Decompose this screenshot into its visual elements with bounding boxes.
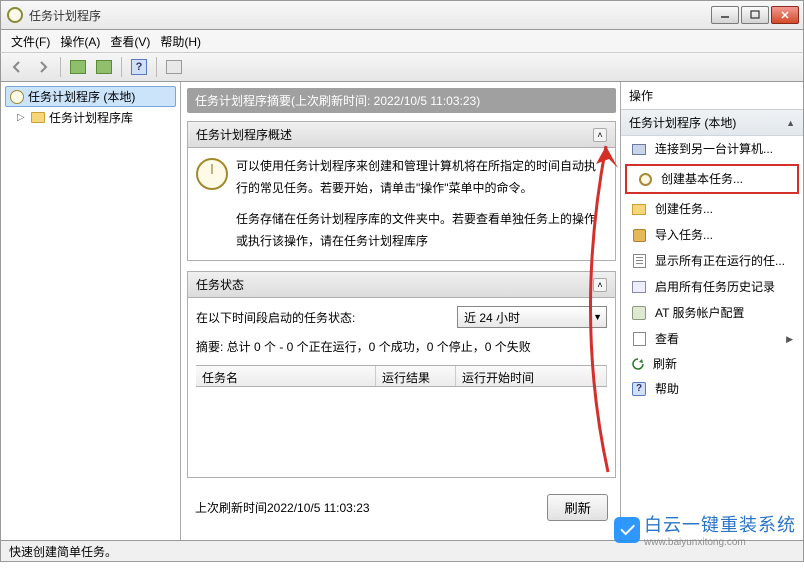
chevron-down-icon: ▼ — [593, 312, 602, 322]
folder-icon — [631, 201, 647, 217]
overview-p1: 可以使用任务计划程序来创建和管理计算机将在所指定的时间自动执行的常见任务。若要开… — [236, 156, 607, 199]
minimize-button[interactable] — [711, 6, 739, 24]
overview-group: 任务计划程序概述 ˄ 可以使用任务计划程序来创建和管理计算机将在所指定的时间自动… — [187, 121, 616, 261]
action-label: 连接到另一台计算机... — [655, 142, 773, 156]
menu-file[interactable]: 文件(F) — [11, 33, 50, 50]
window-controls — [711, 6, 803, 24]
action-label: 创建任务... — [655, 202, 713, 216]
close-button[interactable] — [771, 6, 799, 24]
list-icon — [631, 253, 647, 269]
task-table-header: 任务名 运行结果 运行开始时间 — [196, 365, 607, 387]
status-group: 任务状态 ˄ 在以下时间段启动的任务状态: 近 24 小时 ▼ 摘要: 总计 0… — [187, 271, 616, 478]
overview-text: 可以使用任务计划程序来创建和管理计算机将在所指定的时间自动执行的常见任务。若要开… — [236, 156, 607, 252]
main-area: 任务计划程序 (本地) ▷ 任务计划程序库 任务计划程序摘要(上次刷新时间: 2… — [0, 82, 804, 540]
status-period-select[interactable]: 近 24 小时 ▼ — [457, 306, 607, 328]
action-label: AT 服务帐户配置 — [655, 306, 745, 320]
tree-root-label: 任务计划程序 (本地) — [28, 88, 135, 105]
tree-child-label: 任务计划程序库 — [49, 109, 133, 126]
title-bar: 任务计划程序 — [0, 0, 804, 30]
toolbar-divider — [156, 57, 157, 77]
actions-pane: 操作 任务计划程序 (本地) ▲ 连接到另一台计算机... 创建基本任务... … — [620, 82, 803, 540]
task-icon — [637, 171, 653, 187]
collapse-icon[interactable]: ˄ — [593, 278, 607, 292]
toolbar-divider — [60, 57, 61, 77]
action-label: 显示所有正在运行的任... — [655, 254, 785, 268]
menu-view[interactable]: 查看(V) — [110, 33, 150, 50]
clock-icon — [10, 90, 24, 104]
action-at-account[interactable]: AT 服务帐户配置 — [621, 300, 803, 326]
status-title: 任务状态 — [196, 276, 244, 293]
chevron-right-icon: ▶ — [786, 334, 793, 345]
col-name[interactable]: 任务名 — [196, 366, 376, 386]
actions-subheader[interactable]: 任务计划程序 (本地) ▲ — [621, 110, 803, 136]
action-show-running[interactable]: 显示所有正在运行的任... — [621, 248, 803, 274]
help-icon: ? — [631, 381, 647, 397]
action-import-task[interactable]: 导入任务... — [621, 222, 803, 248]
overview-header[interactable]: 任务计划程序概述 ˄ — [188, 122, 615, 148]
clock-icon — [196, 158, 228, 190]
last-refresh-time: 上次刷新时间2022/10/5 11:03:23 — [195, 499, 370, 516]
action-refresh[interactable]: 刷新 — [621, 352, 803, 376]
enable-icon — [631, 279, 647, 295]
toolbar-panel-left-button[interactable] — [66, 56, 90, 78]
status-label: 在以下时间段启动的任务状态: — [196, 309, 355, 326]
action-label: 查看 — [655, 332, 679, 346]
menu-bar: 文件(F) 操作(A) 查看(V) 帮助(H) — [0, 30, 804, 52]
collapse-icon[interactable]: ▲ — [786, 118, 795, 128]
actions-sub-label: 任务计划程序 (本地) — [629, 114, 736, 131]
actions-title: 操作 — [621, 82, 803, 110]
forward-button[interactable] — [31, 56, 55, 78]
overview-title: 任务计划程序概述 — [196, 126, 292, 143]
refresh-icon — [631, 357, 645, 371]
action-label: 刷新 — [653, 357, 677, 371]
summary-header: 任务计划程序摘要(上次刷新时间: 2022/10/5 11:03:23) — [187, 88, 616, 113]
app-icon — [7, 7, 23, 23]
maximize-button[interactable] — [741, 6, 769, 24]
import-icon — [631, 227, 647, 243]
status-select-value: 近 24 小时 — [464, 309, 520, 326]
toolbar-help-button[interactable]: ? — [127, 56, 151, 78]
highlight-annotation: 创建基本任务... — [625, 164, 799, 194]
computer-icon — [631, 141, 647, 157]
overview-p2: 任务存储在任务计划程序库的文件夹中。若要查看单独任务上的操作或执行该操作，请在任… — [236, 209, 607, 252]
menu-action[interactable]: 操作(A) — [60, 33, 100, 50]
action-label: 创建基本任务... — [661, 172, 743, 186]
refresh-row: 上次刷新时间2022/10/5 11:03:23 刷新 — [187, 488, 616, 527]
back-button[interactable] — [5, 56, 29, 78]
toolbar: ? — [0, 52, 804, 82]
status-header[interactable]: 任务状态 ˄ — [188, 272, 615, 298]
tree-root-item[interactable]: 任务计划程序 (本地) — [5, 86, 176, 107]
action-create-task[interactable]: 创建任务... — [621, 196, 803, 222]
col-start[interactable]: 运行开始时间 — [456, 366, 607, 386]
col-result[interactable]: 运行结果 — [376, 366, 456, 386]
action-view[interactable]: 查看 ▶ — [621, 326, 803, 352]
action-label: 帮助 — [655, 382, 679, 396]
status-summary: 摘要: 总计 0 个 - 0 个正在运行，0 个成功，0 个停止，0 个失败 — [196, 338, 607, 355]
task-table-body — [196, 387, 607, 469]
view-icon — [631, 331, 647, 347]
action-enable-history[interactable]: 启用所有任务历史记录 — [621, 274, 803, 300]
action-label: 启用所有任务历史记录 — [655, 280, 775, 294]
folder-icon — [31, 112, 45, 123]
toolbar-divider — [121, 57, 122, 77]
action-label: 导入任务... — [655, 228, 713, 242]
account-icon — [631, 305, 647, 321]
toolbar-panel-right-button[interactable] — [92, 56, 116, 78]
action-create-basic-task[interactable]: 创建基本任务... — [627, 166, 797, 192]
action-connect-computer[interactable]: 连接到另一台计算机... — [621, 136, 803, 162]
refresh-button[interactable]: 刷新 — [547, 494, 608, 521]
status-text: 快速创建简单任务。 — [9, 543, 117, 560]
action-help[interactable]: ? 帮助 — [621, 376, 803, 402]
menu-help[interactable]: 帮助(H) — [160, 33, 201, 50]
window-title: 任务计划程序 — [29, 7, 101, 24]
status-bar: 快速创建简单任务。 — [0, 540, 804, 562]
tree-child-item[interactable]: ▷ 任务计划程序库 — [13, 107, 176, 128]
collapse-icon[interactable]: ˄ — [593, 128, 607, 142]
expander-icon[interactable]: ▷ — [17, 112, 27, 123]
tree-pane: 任务计划程序 (本地) ▷ 任务计划程序库 — [1, 82, 181, 540]
toolbar-run-button[interactable] — [162, 56, 186, 78]
content-pane: 任务计划程序摘要(上次刷新时间: 2022/10/5 11:03:23) 任务计… — [181, 82, 620, 540]
